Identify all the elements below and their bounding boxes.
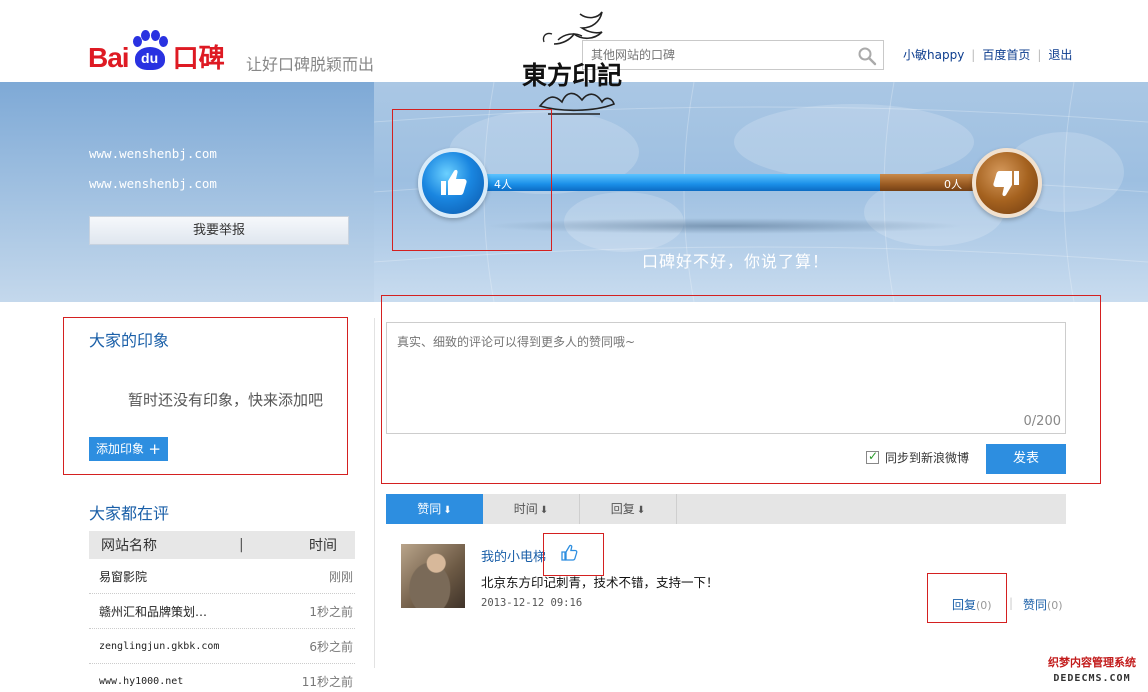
agree-link[interactable]: 赞同(0) bbox=[1023, 596, 1063, 613]
rating-site-name[interactable]: 赣州汇和品牌策划… bbox=[99, 603, 207, 620]
watermark-line-2: DEDECMS.COM bbox=[1053, 673, 1131, 684]
dislike-meter-bar bbox=[880, 174, 980, 191]
like-button[interactable] bbox=[418, 148, 488, 218]
tab-label: 赞同 bbox=[417, 502, 442, 516]
column-divider bbox=[374, 318, 375, 668]
comment-time: 2013-12-12 09:16 bbox=[481, 597, 583, 609]
add-impression-button[interactable]: 添加印象 + bbox=[89, 437, 168, 461]
watermark-line-1: 织梦内容管理系统 bbox=[1048, 656, 1136, 669]
like-count: 4人 bbox=[494, 178, 512, 191]
thumbs-down-icon bbox=[993, 171, 1019, 197]
dragon-lotus-seal-icon: 東方印記 bbox=[522, 11, 622, 115]
rating-list-header: 网站名称 | 时间 bbox=[89, 531, 355, 559]
rating-site-name[interactable]: zenglingjun.gkbk.com bbox=[99, 641, 219, 652]
tab-sort-reply[interactable]: 回复 ⬇ bbox=[580, 494, 677, 524]
arrow-down-icon: ⬇ bbox=[539, 505, 549, 516]
rating-list-row[interactable]: 赣州汇和品牌策划… 1秒之前 bbox=[89, 594, 355, 629]
thumbs-up-icon[interactable] bbox=[560, 544, 578, 562]
dislike-button[interactable] bbox=[972, 148, 1042, 218]
site-url-line-1: www.wenshenbj.com bbox=[89, 146, 217, 161]
arrow-down-icon: ⬇ bbox=[443, 505, 452, 516]
sync-weibo-checkbox[interactable]: ✓ bbox=[866, 449, 879, 464]
search-icon[interactable] bbox=[857, 46, 877, 66]
user-name-link[interactable]: 小敏happy bbox=[903, 46, 964, 63]
logout-link[interactable]: 退出 bbox=[1048, 46, 1072, 63]
rating-time: 6秒之前 bbox=[309, 639, 353, 654]
plus-icon: + bbox=[148, 440, 161, 458]
rating-time: 11秒之前 bbox=[301, 675, 353, 689]
baidu-home-link[interactable]: 百度首页 bbox=[982, 46, 1030, 63]
impressions-title: 大家的印象 bbox=[89, 331, 170, 350]
slogan: 让好口碑脱颖而出 bbox=[246, 55, 375, 74]
rating-site-name[interactable]: 易窗影院 bbox=[99, 568, 147, 585]
user-links: 小敏happy | 百度首页 | 退出 bbox=[903, 46, 1072, 63]
like-meter-bar bbox=[480, 174, 880, 191]
agree-count: (0) bbox=[1047, 599, 1063, 612]
search-input[interactable] bbox=[591, 46, 841, 64]
rating-site-name[interactable]: www.hy1000.net bbox=[99, 676, 183, 687]
report-button[interactable]: 我要举报 bbox=[89, 216, 349, 245]
action-divider: | bbox=[1009, 596, 1014, 610]
sort-tabs: 赞同 ⬇ 时间 ⬇ 回复 ⬇ bbox=[386, 494, 1066, 524]
comment-box: 0/200 bbox=[386, 322, 1066, 434]
banner-left-panel bbox=[0, 82, 374, 302]
reply-link[interactable]: 回复(0) bbox=[952, 596, 992, 613]
banner-caption: 口碑好不好，你说了算！ bbox=[642, 252, 830, 271]
tab-sort-time[interactable]: 时间 ⬇ bbox=[483, 494, 580, 524]
meter-shadow bbox=[484, 218, 964, 234]
dislike-count: 0人 bbox=[944, 178, 962, 191]
reply-label: 回复 bbox=[952, 598, 977, 612]
col-time-header: 时间 bbox=[309, 538, 337, 554]
tab-label: 时间 bbox=[513, 502, 538, 516]
dedecms-watermark: 织梦内容管理系统 DEDECMS.COM bbox=[1036, 654, 1148, 692]
commenter-name-link[interactable]: 我的小电梯 bbox=[481, 546, 546, 565]
col-site-header: 网站名称 bbox=[101, 538, 157, 554]
rating-list-row[interactable]: 易窗影院 刚刚 bbox=[89, 559, 355, 594]
logo-du-text: du bbox=[134, 47, 165, 70]
rating-list-table: 网站名称 | 时间 易窗影院 刚刚 赣州汇和品牌策划… 1秒之前 zenglin… bbox=[89, 531, 355, 692]
rating-list-row[interactable]: zenglingjun.gkbk.com 6秒之前 bbox=[89, 629, 355, 664]
comment-text: 北京东方印记刺青，技术不错，支持一下！ bbox=[481, 575, 719, 590]
sync-weibo-label: 同步到新浪微博 bbox=[885, 451, 970, 465]
tab-label: 回复 bbox=[610, 502, 635, 516]
reply-count: (0) bbox=[976, 599, 992, 612]
rating-time: 1秒之前 bbox=[309, 604, 353, 619]
arrow-down-icon: ⬇ bbox=[636, 505, 646, 516]
rating-list-row[interactable]: www.hy1000.net 11秒之前 bbox=[89, 664, 355, 692]
baidu-koubei-logo[interactable]: Bai du 口碑 bbox=[88, 26, 225, 72]
check-icon: ✓ bbox=[868, 449, 879, 463]
baidu-paw-icon: du bbox=[130, 30, 170, 72]
seal-text: 東方印記 bbox=[522, 61, 622, 90]
commenter-avatar[interactable] bbox=[401, 544, 465, 608]
divider: | bbox=[971, 47, 976, 62]
agree-label: 赞同 bbox=[1023, 598, 1048, 612]
comment-input[interactable] bbox=[397, 333, 1047, 413]
rating-list-title: 大家都在评 bbox=[89, 504, 170, 523]
divider: | bbox=[1037, 47, 1042, 62]
logo-bai-text: Bai bbox=[88, 42, 130, 73]
rating-time: 刚刚 bbox=[328, 569, 353, 584]
char-counter: 0/200 bbox=[1023, 414, 1061, 429]
site-url-line-2: www.wenshenbj.com bbox=[89, 176, 217, 191]
impressions-empty-text: 暂时还没有印象，快来添加吧 bbox=[128, 391, 324, 409]
tab-sort-agree[interactable]: 赞同 ⬇ bbox=[386, 494, 483, 524]
publish-button[interactable]: 发表 bbox=[986, 444, 1066, 474]
add-impression-label: 添加印象 bbox=[96, 442, 145, 456]
dongfang-yinji-seal-watermark: 東方印記 bbox=[518, 10, 628, 122]
logo-koubei-text: 口碑 bbox=[172, 44, 225, 74]
thumbs-up-icon bbox=[441, 169, 467, 195]
header-divider: | bbox=[239, 537, 244, 553]
